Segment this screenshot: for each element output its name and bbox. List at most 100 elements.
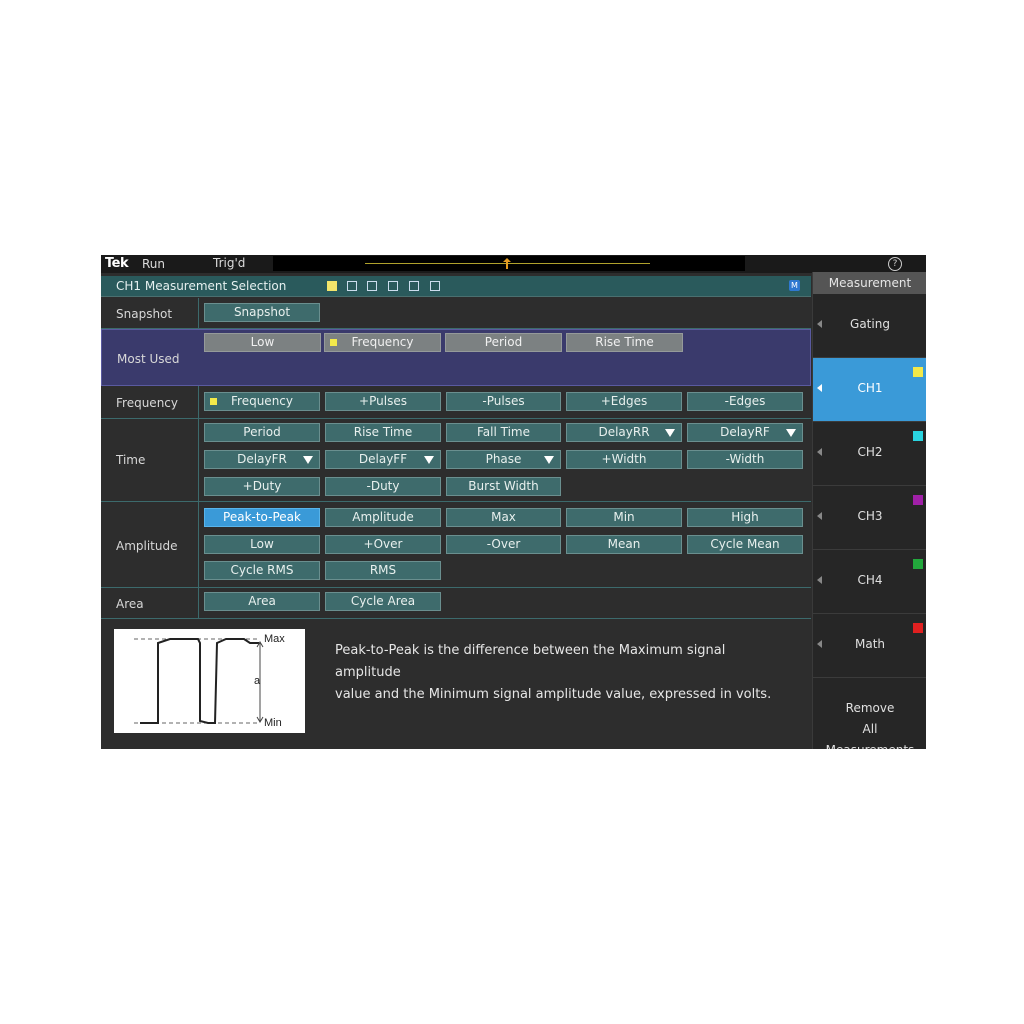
help-icon[interactable]: ? bbox=[888, 257, 902, 271]
high-button[interactable]: High bbox=[687, 508, 803, 527]
dropdown-arrow-icon bbox=[786, 429, 796, 437]
mean-button[interactable]: Mean bbox=[566, 535, 682, 554]
ch2-color-swatch bbox=[913, 431, 923, 441]
waveform-record-view[interactable] bbox=[273, 256, 745, 271]
math-color-swatch bbox=[913, 623, 923, 633]
low-button[interactable]: Low bbox=[204, 535, 320, 554]
row-label-time: Time bbox=[116, 453, 146, 467]
delay-ff-button[interactable]: DelayFF bbox=[325, 450, 441, 469]
rms-button[interactable]: RMS bbox=[325, 561, 441, 580]
ch3-color-swatch bbox=[913, 495, 923, 505]
pos-duty-button[interactable]: +Duty bbox=[204, 477, 320, 496]
rise-time-button[interactable]: Rise Time bbox=[325, 423, 441, 442]
sidebar-item-ch2[interactable]: CH2 bbox=[813, 422, 926, 486]
area-button[interactable]: Area bbox=[204, 592, 320, 611]
page-indicator-2[interactable] bbox=[347, 281, 357, 291]
button-label: Frequency bbox=[231, 394, 293, 408]
sidebar-item-ch3[interactable]: CH3 bbox=[813, 486, 926, 550]
delay-rf-button[interactable]: DelayRF bbox=[687, 423, 803, 442]
remove-line-3: Measurements bbox=[813, 740, 926, 749]
trigger-marker-icon bbox=[503, 258, 511, 269]
row-label-most-used: Most Used bbox=[117, 352, 180, 366]
sidebar-item-ch4[interactable]: CH4 bbox=[813, 550, 926, 614]
neg-edges-button[interactable]: -Edges bbox=[687, 392, 803, 411]
button-label: DelayRF bbox=[720, 425, 770, 439]
fall-time-button[interactable]: Fall Time bbox=[446, 423, 561, 442]
sidebar-item-gating[interactable]: Gating bbox=[813, 294, 926, 358]
pos-pulses-button[interactable]: +Pulses bbox=[325, 392, 441, 411]
page-indicator-3[interactable] bbox=[367, 281, 377, 291]
sidebar-item-label: CH2 bbox=[857, 445, 883, 459]
min-button[interactable]: Min bbox=[566, 508, 682, 527]
sidebar-item-ch1[interactable]: CH1 bbox=[813, 358, 926, 422]
dropdown-arrow-icon bbox=[303, 456, 313, 464]
page-indicator-5[interactable] bbox=[409, 281, 419, 291]
snapshot-row: Snapshot Snapshot bbox=[101, 297, 811, 329]
top-status-bar: Tek Run Trig'd ? bbox=[101, 255, 926, 273]
most-used-low-button[interactable]: Low bbox=[204, 333, 321, 352]
page-indicator-6[interactable] bbox=[430, 281, 440, 291]
cycle-area-button[interactable]: Cycle Area bbox=[325, 592, 441, 611]
row-label-amplitude: Amplitude bbox=[116, 539, 178, 553]
sidebar-item-label: CH3 bbox=[857, 509, 883, 523]
most-used-rise-time-button[interactable]: Rise Time bbox=[566, 333, 683, 352]
most-used-period-button[interactable]: Period bbox=[445, 333, 562, 352]
cycle-rms-button[interactable]: Cycle RMS bbox=[204, 561, 320, 580]
remove-line-1: Remove bbox=[845, 701, 895, 715]
ch1-color-swatch bbox=[913, 367, 923, 377]
ch4-color-swatch bbox=[913, 559, 923, 569]
neg-width-button[interactable]: -Width bbox=[687, 450, 803, 469]
minimize-icon[interactable]: M bbox=[789, 280, 800, 291]
amplitude-button[interactable]: Amplitude bbox=[325, 508, 441, 527]
most-used-frequency-button[interactable]: Frequency bbox=[324, 333, 441, 352]
sidebar-title: Measurement bbox=[813, 272, 926, 294]
dropdown-arrow-icon bbox=[665, 429, 675, 437]
neg-overshoot-button[interactable]: -Over bbox=[446, 535, 561, 554]
neg-pulses-button[interactable]: -Pulses bbox=[446, 392, 561, 411]
row-label-area: Area bbox=[116, 597, 144, 611]
remove-all-measurements-button[interactable]: Remove All Measurements bbox=[813, 698, 926, 749]
trigger-status[interactable]: Trig'd bbox=[213, 256, 245, 270]
scope-screen: Tek Run Trig'd ? CH1 Measurement Selecti… bbox=[101, 255, 926, 749]
delay-fr-button[interactable]: DelayFR bbox=[204, 450, 320, 469]
period-button[interactable]: Period bbox=[204, 423, 320, 442]
dropdown-arrow-icon bbox=[424, 456, 434, 464]
dropdown-arrow-icon bbox=[544, 456, 554, 464]
phase-button[interactable]: Phase bbox=[446, 450, 561, 469]
measurement-sidebar: Measurement Gating CH1 CH2 CH3 CH4 Math … bbox=[812, 272, 926, 749]
burst-width-button[interactable]: Burst Width bbox=[446, 477, 561, 496]
measurement-diagram: Max a Min bbox=[114, 629, 305, 733]
pos-overshoot-button[interactable]: +Over bbox=[325, 535, 441, 554]
measurement-description: Peak-to-Peak is the difference between t… bbox=[335, 640, 795, 706]
diagram-a-label: a bbox=[254, 675, 261, 687]
sidebar-item-label: CH4 bbox=[857, 573, 883, 587]
sidebar-item-label: Math bbox=[854, 637, 886, 651]
diagram-min-label: Min bbox=[264, 717, 282, 729]
peak-to-peak-button[interactable]: Peak-to-Peak bbox=[204, 508, 320, 527]
run-status[interactable]: Run bbox=[142, 257, 165, 271]
frequency-button[interactable]: Frequency bbox=[204, 392, 320, 411]
row-label-frequency: Frequency bbox=[116, 396, 178, 410]
button-label: DelayFF bbox=[358, 452, 408, 466]
ch1-indicator-icon bbox=[330, 339, 337, 346]
max-button[interactable]: Max bbox=[446, 508, 561, 527]
row-label-snapshot: Snapshot bbox=[116, 307, 173, 321]
diagram-max-label: Max bbox=[264, 633, 285, 645]
snapshot-button[interactable]: Snapshot bbox=[204, 303, 320, 322]
measurement-selection-header: CH1 Measurement Selection M bbox=[101, 276, 811, 297]
delay-rr-button[interactable]: DelayRR bbox=[566, 423, 682, 442]
page-indicator-1[interactable] bbox=[327, 281, 337, 291]
button-label: Phase bbox=[485, 452, 522, 466]
page-indicator-4[interactable] bbox=[388, 281, 398, 291]
remove-line-2: All bbox=[862, 722, 878, 736]
pos-width-button[interactable]: +Width bbox=[566, 450, 682, 469]
description-line-2: value and the Minimum signal amplitude v… bbox=[335, 687, 772, 702]
pos-edges-button[interactable]: +Edges bbox=[566, 392, 682, 411]
panel-title: CH1 Measurement Selection bbox=[116, 279, 287, 293]
neg-duty-button[interactable]: -Duty bbox=[325, 477, 441, 496]
button-label: Frequency bbox=[351, 335, 414, 349]
ch1-indicator-icon bbox=[210, 398, 217, 405]
cycle-mean-button[interactable]: Cycle Mean bbox=[687, 535, 803, 554]
button-label: DelayFR bbox=[237, 452, 287, 466]
sidebar-item-math[interactable]: Math bbox=[813, 614, 926, 678]
